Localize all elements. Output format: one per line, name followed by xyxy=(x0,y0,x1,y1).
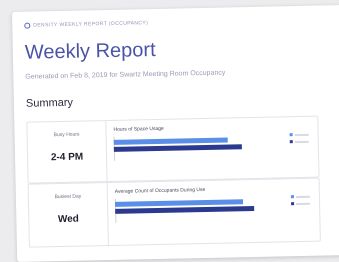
stat-label: Busiest Day xyxy=(54,193,82,201)
density-logo-icon xyxy=(24,22,31,29)
chart-legend xyxy=(289,133,309,147)
chart-bar xyxy=(113,137,229,145)
summary-panel-busiest-day: Busiest Day Wed Average Count of Occupan… xyxy=(27,177,321,248)
report-title: Weekly Report xyxy=(24,39,156,64)
summary-panel-busy-hours: Busy Hours 2-4 PM Hours of Space Usage xyxy=(26,115,320,184)
legend-item xyxy=(289,140,309,144)
legend-swatch-dark xyxy=(291,202,295,206)
chart-bars xyxy=(113,133,284,161)
chart-bar xyxy=(115,205,255,214)
chart-title: Hours of Space Usage xyxy=(113,125,164,133)
occupants-chart: Average Count of Occupants During Use xyxy=(115,185,316,239)
brand-line: DENSITY WEEKLY REPORT (OCCUPANCY) xyxy=(33,20,149,29)
chart-bars xyxy=(114,195,285,223)
legend-item xyxy=(291,202,311,206)
section-heading: Summary xyxy=(25,96,74,110)
legend-text-placeholder xyxy=(294,133,309,136)
stat-label: Busy Hours xyxy=(53,131,80,139)
legend-item xyxy=(290,195,310,199)
report-sheet: DENSITY WEEKLY REPORT (OCCUPANCY) Weekly… xyxy=(12,5,339,262)
legend-swatch-light xyxy=(289,133,293,137)
chart-legend xyxy=(290,195,311,209)
legend-text-placeholder xyxy=(296,202,311,205)
legend-swatch-dark xyxy=(289,140,293,144)
stat-box: Busiest Day Wed xyxy=(28,183,109,247)
legend-swatch-light xyxy=(290,195,294,199)
legend-item xyxy=(289,133,309,137)
stat-value: 2-4 PM xyxy=(50,151,84,164)
chart-title: Average Count of Occupants During Use xyxy=(114,186,206,195)
report-header: DENSITY WEEKLY REPORT (OCCUPANCY) xyxy=(24,20,148,29)
legend-text-placeholder xyxy=(295,195,310,198)
chart-bar xyxy=(113,144,243,152)
legend-text-placeholder xyxy=(294,140,309,143)
report-subtitle: Generated on Feb 8, 2019 for Swartz Meet… xyxy=(25,69,226,81)
stat-box: Busy Hours 2-4 PM xyxy=(27,121,108,183)
usage-chart: Hours of Space Usage xyxy=(113,123,314,177)
stat-value: Wed xyxy=(57,213,79,226)
